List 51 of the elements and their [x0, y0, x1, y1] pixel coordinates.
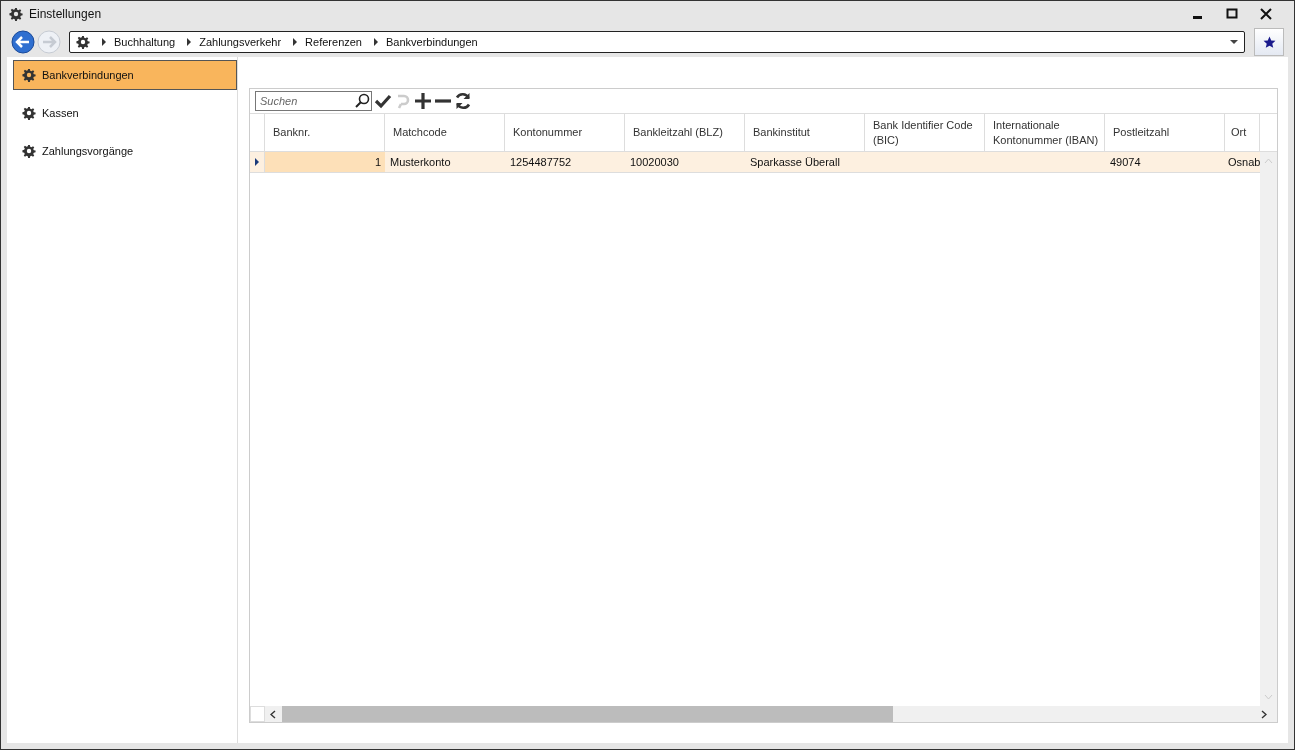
chevron-icon	[102, 38, 106, 46]
table-cell: 10020030	[630, 156, 679, 168]
table-cell: Musterkonto	[390, 156, 451, 168]
chevron-icon	[374, 38, 378, 46]
chevron-icon	[187, 38, 192, 46]
column-header[interactable]: Postleitzahl	[1105, 114, 1225, 151]
table-cell: 1254487752	[510, 156, 572, 168]
scrollbar-corner	[250, 706, 265, 722]
window-title: Einstellungen	[29, 7, 102, 21]
plus-icon[interactable]	[414, 92, 432, 110]
breadcrumb-item[interactable]: Buchhaltung	[114, 36, 176, 48]
dropdown-icon[interactable]	[1230, 40, 1238, 44]
horizontal-scrollbar[interactable]	[265, 706, 1277, 722]
sidebar-item[interactable]: Kassen	[13, 98, 237, 128]
column-header[interactable]: Bankleitzahl (BLZ)	[625, 114, 745, 151]
sidebar-item[interactable]: Bankverbindungen	[13, 60, 237, 90]
gear-icon	[9, 7, 23, 21]
scrollbar-thumb[interactable]	[282, 706, 893, 722]
table-cell: 49074	[1110, 156, 1141, 168]
search-field[interactable]: Suchen	[255, 91, 372, 111]
column-header[interactable]: Bank Identifier Code (BIC)	[865, 114, 985, 151]
address-bar[interactable]: Buchhaltung Zahlungsverkehr Referenzen Bankverbindungen	[69, 31, 1245, 53]
table-cell: Sparkasse Überall	[750, 156, 840, 168]
maximize-icon[interactable]	[1226, 8, 1238, 20]
column-header[interactable]: Matchcode	[385, 114, 505, 151]
gear-icon	[22, 144, 36, 158]
breadcrumb-item[interactable]: Referenzen	[305, 36, 362, 48]
scroll-right-icon[interactable]	[1261, 709, 1267, 719]
gear-icon	[22, 68, 36, 82]
star-icon	[1262, 35, 1276, 49]
close-icon[interactable]	[1260, 8, 1272, 20]
scroll-left-icon[interactable]	[270, 709, 276, 719]
sidebar-item[interactable]: Zahlungsvorgänge	[13, 136, 237, 166]
checkmark-icon[interactable]	[374, 92, 392, 110]
gear-icon	[22, 106, 36, 120]
gear-icon	[76, 35, 90, 49]
column-header[interactable]: Banknr.	[265, 114, 385, 151]
column-header[interactable]: Bankinstitut	[745, 114, 865, 151]
column-header[interactable]: Kontonummer	[505, 114, 625, 151]
back-icon[interactable]	[11, 30, 35, 54]
table-cell: 1	[374, 156, 381, 168]
breadcrumb-item[interactable]: Zahlungsverkehr	[199, 36, 282, 48]
breadcrumb-item[interactable]: Bankverbindungen	[386, 36, 478, 48]
refresh-icon[interactable]	[454, 92, 472, 110]
table-cell: Osnab	[1228, 156, 1261, 168]
column-header[interactable]: Internationale Kontonummer (IBAN)	[985, 114, 1105, 151]
chevron-icon	[293, 38, 298, 46]
table-row[interactable]: 1 Musterkonto 1254487752 10020030 Sparkasse Überall 49074 Osnab	[250, 152, 1260, 173]
column-header[interactable]: Ort	[1225, 114, 1260, 151]
favorite-button[interactable]	[1254, 28, 1284, 56]
row-indicator-icon	[255, 158, 259, 166]
